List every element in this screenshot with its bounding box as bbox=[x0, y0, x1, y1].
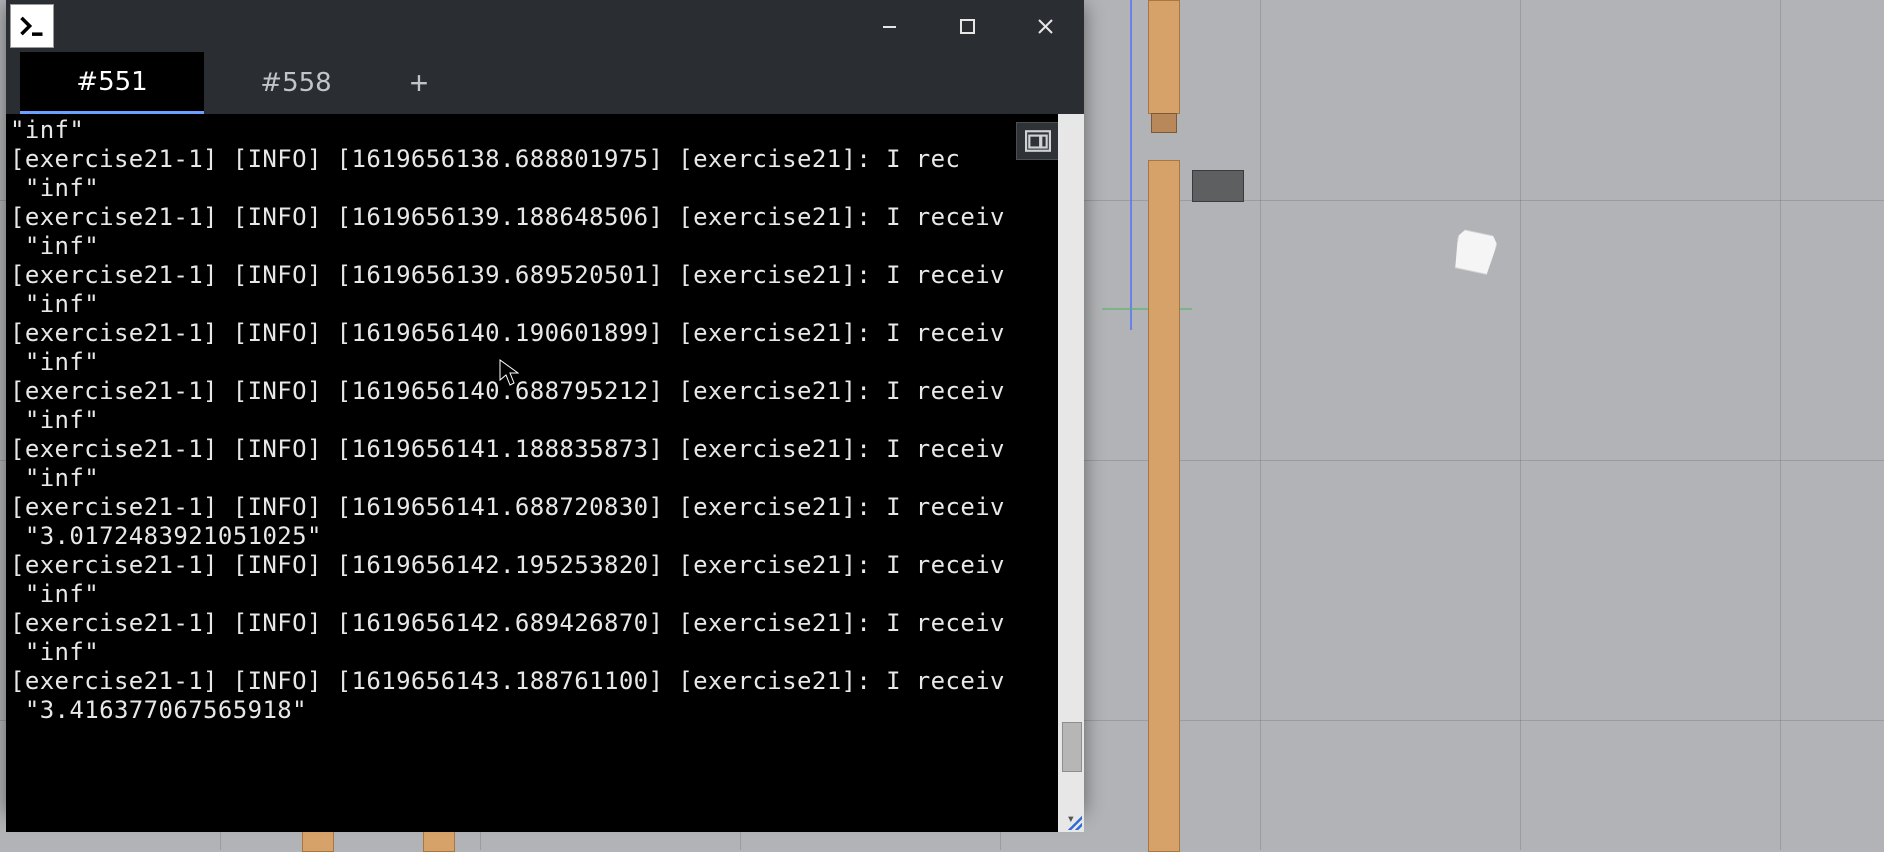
log-line: "3.416377067565918" bbox=[10, 696, 1072, 725]
log-line: "inf" bbox=[10, 290, 1072, 319]
title-bar[interactable] bbox=[6, 0, 1084, 52]
terminal-output[interactable]: "inf"[exercise21-1] [INFO] [1619656138.6… bbox=[6, 114, 1084, 832]
log-line: [exercise21-1] [INFO] [1619656139.188648… bbox=[10, 203, 1072, 232]
panes-icon[interactable] bbox=[1016, 122, 1060, 160]
log-line: [exercise21-1] [INFO] [1619656141.688720… bbox=[10, 493, 1072, 522]
new-tab-button[interactable]: + bbox=[388, 52, 450, 114]
minimize-button[interactable] bbox=[850, 0, 928, 52]
scrollbar-thumb[interactable] bbox=[1062, 722, 1082, 772]
log-line: "inf" bbox=[10, 232, 1072, 261]
scene-box bbox=[1192, 170, 1244, 202]
resize-grip[interactable] bbox=[1064, 812, 1082, 830]
scene-pillar bbox=[1148, 0, 1180, 114]
log-line: "inf" bbox=[10, 174, 1072, 203]
terminal-window: #551 #558 + "inf"[exercise21-1] [INFO] [… bbox=[6, 0, 1084, 810]
log-line: [exercise21-1] [INFO] [1619656140.688795… bbox=[10, 377, 1072, 406]
log-line: [exercise21-1] [INFO] [1619656140.190601… bbox=[10, 319, 1072, 348]
log-line: "inf" bbox=[10, 464, 1072, 493]
axis-z-line bbox=[1130, 0, 1132, 330]
log-line: [exercise21-1] [INFO] [1619656143.188761… bbox=[10, 667, 1072, 696]
tab-551[interactable]: #551 bbox=[20, 52, 204, 114]
log-line: "inf" bbox=[10, 580, 1072, 609]
terminal-app-icon bbox=[10, 4, 54, 48]
log-line: "inf" bbox=[10, 116, 1072, 145]
log-line: "inf" bbox=[10, 348, 1072, 377]
maximize-button[interactable] bbox=[928, 0, 1006, 52]
log-line: [exercise21-1] [INFO] [1619656141.188835… bbox=[10, 435, 1072, 464]
close-button[interactable] bbox=[1006, 0, 1084, 52]
log-line: "inf" bbox=[10, 406, 1072, 435]
log-line: [exercise21-1] [INFO] [1619656142.195253… bbox=[10, 551, 1072, 580]
scene-pillar bbox=[1148, 160, 1180, 852]
vertical-scrollbar[interactable]: ▾ bbox=[1058, 114, 1084, 832]
log-line: [exercise21-1] [INFO] [1619656138.688801… bbox=[10, 145, 1072, 174]
log-line: [exercise21-1] [INFO] [1619656139.689520… bbox=[10, 261, 1072, 290]
scene-robot bbox=[1451, 228, 1498, 275]
tab-558[interactable]: #558 bbox=[204, 52, 388, 114]
log-line: "3.0172483921051025" bbox=[10, 522, 1072, 551]
log-line: "inf" bbox=[10, 638, 1072, 667]
tab-label: #551 bbox=[76, 67, 147, 97]
tab-bar: #551 #558 + bbox=[6, 52, 1084, 114]
log-line: [exercise21-1] [INFO] [1619656142.689426… bbox=[10, 609, 1072, 638]
tab-label: #558 bbox=[260, 68, 331, 98]
plus-icon: + bbox=[410, 65, 429, 102]
